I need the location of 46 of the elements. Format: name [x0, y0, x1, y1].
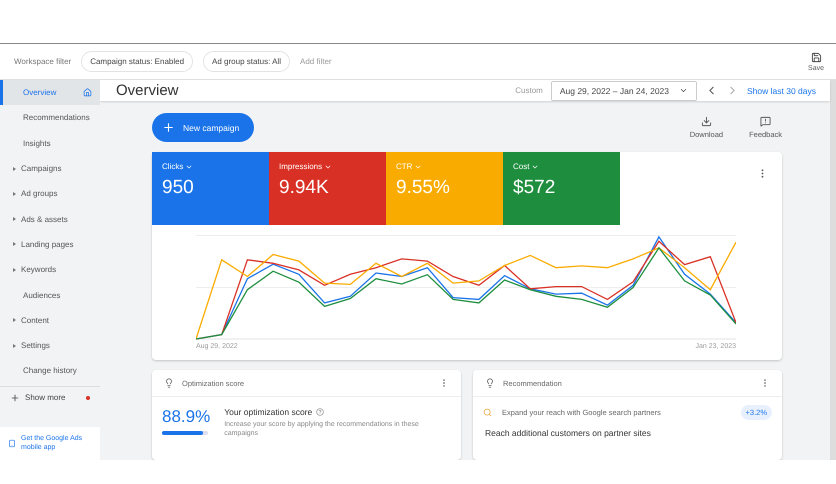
expand-icon: [13, 192, 16, 196]
plus-icon: [10, 392, 20, 403]
metric-tile[interactable]: Clicks 950: [152, 152, 269, 225]
expand-icon: [13, 242, 16, 246]
phone-icon: [8, 438, 16, 449]
help-icon[interactable]: [316, 408, 324, 416]
expand-icon: [13, 344, 16, 348]
sidebar-item[interactable]: Audiences: [0, 282, 100, 308]
sidebar-item[interactable]: Ads & assets: [0, 206, 100, 232]
page-title: Overview: [116, 82, 179, 99]
filter-label: Workspace filter: [14, 57, 72, 66]
save-icon: [810, 52, 822, 62]
home-icon: [83, 88, 92, 98]
caret-icon: [679, 86, 688, 95]
score-value: 88.9%: [162, 407, 210, 427]
expand-icon: [13, 217, 16, 222]
download-icon: [700, 116, 712, 127]
metric-tile[interactable]: Impressions 9.94K: [269, 152, 386, 225]
expand-icon: [13, 318, 16, 322]
lightbulb-icon: [485, 378, 495, 388]
recommendation-heading: Reach additional customers on partner sites: [484, 428, 652, 438]
filter-chip[interactable]: Campaign status: Enabled: [81, 51, 194, 72]
date-range-dropdown[interactable]: Aug 29, 2022 – Jan 24, 2023: [550, 80, 698, 100]
sidebar-item[interactable]: Content: [0, 308, 100, 333]
sidebar-item[interactable]: Campaigns: [0, 156, 100, 182]
sidebar-item[interactable]: Recommendations: [0, 105, 100, 131]
expand-icon: [13, 166, 16, 171]
search-icon: [483, 408, 492, 417]
sidebar-item[interactable]: Landing pages: [0, 232, 100, 258]
sidebar-item[interactable]: Overview: [0, 80, 100, 106]
lightbulb-icon: [164, 378, 174, 388]
sidebar-item[interactable]: Ad groups: [0, 181, 100, 206]
sidebar-item[interactable]: Change history: [0, 358, 100, 384]
range-label: Custom: [515, 86, 543, 95]
new-campaign-button[interactable]: New campaign: [152, 113, 254, 142]
plus-icon: [162, 121, 175, 134]
sidebar-item[interactable]: Settings: [0, 332, 100, 358]
metric-tile[interactable]: Cost $572: [503, 152, 620, 225]
sidebar-item[interactable]: Insights: [0, 130, 100, 156]
expand-icon: [13, 268, 16, 272]
score-heading: Your optimization score: [224, 407, 312, 417]
notification-dot: [86, 396, 90, 400]
filter-chip[interactable]: Ad group status: All: [203, 51, 290, 72]
show-last-link[interactable]: Show last 30 days: [747, 86, 816, 96]
sidebar-item[interactable]: Keywords: [0, 257, 100, 282]
feedback-icon: [760, 116, 772, 127]
